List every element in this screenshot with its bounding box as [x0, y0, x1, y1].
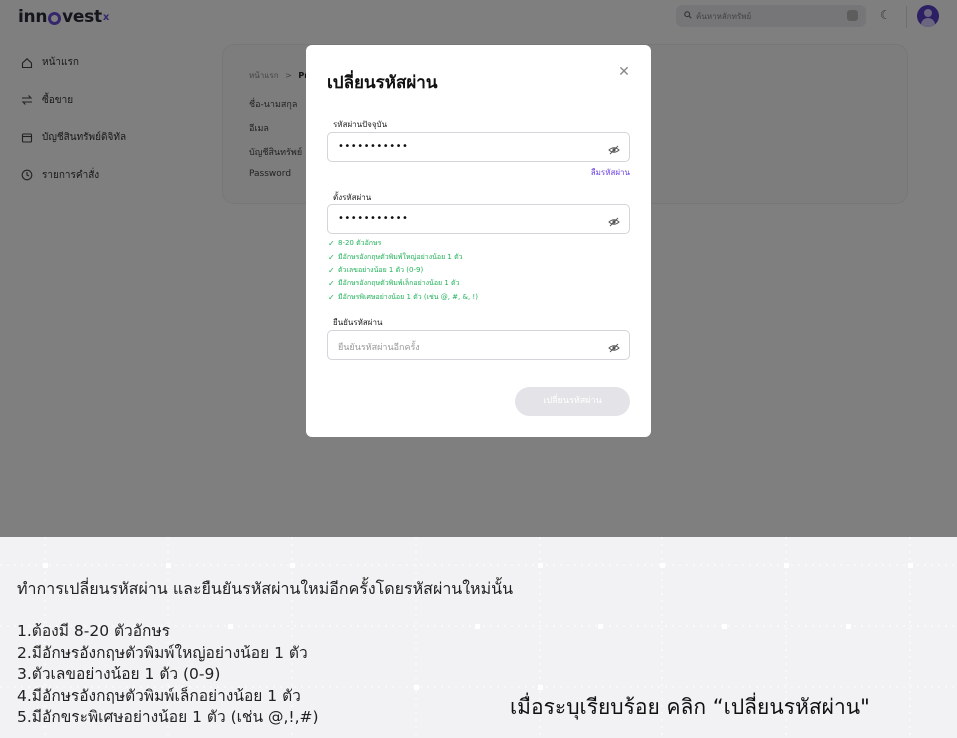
password-rule: ✓ มีอักษรอังกฤษตัวพิมพ์เล็กอย่างน้อย 1 ตั…: [328, 277, 478, 290]
eye-off-icon[interactable]: [608, 339, 620, 353]
instruction-call-to-action: เมื่อระบุเรียบร้อย คลิก “เปลี่ยนรหัสผ่าน…: [510, 695, 870, 719]
change-password-dialog: เปลี่ยนรหัสผ่าน ✕ รหัสผ่านปัจจุบัน •••••…: [306, 45, 651, 437]
check-icon: ✓: [328, 252, 335, 262]
check-icon: ✓: [328, 292, 335, 302]
password-rules-list: ✓ 8-20 ตัวอักษร ✓ มีอักษรอังกฤษตัวพิมพ์ใหญ…: [328, 237, 478, 304]
instruction-step: 5.มีอักขระพิเศษอย่างน้อย 1 ตัว (เช่น @,!…: [17, 708, 319, 727]
rule-text: มีอักษรอังกฤษตัวพิมพ์ใหญ่อย่างน้อย 1 ตัว: [338, 252, 463, 261]
app-window: innvestx ค้นหาหลักทรัพย์ ☾ หน้าแรก ซ: [0, 0, 957, 537]
dialog-title: เปลี่ยนรหัสผ่าน: [327, 73, 438, 93]
current-password-value: •••••••••••: [338, 141, 409, 152]
password-rule: ✓ มีอักษรอังกฤษตัวพิมพ์ใหญ่อย่างน้อย 1 ตั…: [328, 250, 478, 263]
password-rule: ✓ มีอักษรพิเศษอย่างน้อย 1 ตัว (เช่น @, #,…: [328, 291, 478, 304]
new-password-label: ตั้งรหัสผ่าน: [333, 193, 372, 202]
close-icon[interactable]: ✕: [616, 64, 632, 80]
instruction-step: 2.มีอักษรอังกฤษตัวพิมพ์ใหญ่อย่างน้อย 1 ต…: [17, 643, 308, 662]
rule-text: มีอักษรพิเศษอย่างน้อย 1 ตัว (เช่น @, #, …: [338, 292, 478, 301]
current-password-label: รหัสผ่านปัจจุบัน: [333, 120, 388, 129]
check-icon: ✓: [328, 279, 335, 289]
instruction-step: 3.ตัวเลขอย่างน้อย 1 ตัว (0-9): [17, 665, 221, 684]
eye-off-icon[interactable]: [608, 213, 620, 227]
check-icon: ✓: [328, 239, 335, 249]
password-rule: ✓ ตัวเลขอย่างน้อย 1 ตัว (0-9): [328, 264, 478, 277]
rule-text: ตัวเลขอย่างน้อย 1 ตัว (0-9): [338, 265, 424, 274]
check-icon: ✓: [328, 265, 335, 275]
confirm-password-label: ยืนยันรหัสผ่าน: [333, 318, 383, 327]
rule-text: 8-20 ตัวอักษร: [338, 239, 382, 248]
instruction-step: 4.มีอักษรอังกฤษตัวพิมพ์เล็กอย่างน้อย 1 ต…: [17, 686, 301, 705]
password-rule: ✓ 8-20 ตัวอักษร: [328, 237, 478, 250]
confirm-password-placeholder: ยืนยันรหัสผ่านอีกครั้ง: [338, 343, 420, 353]
instruction-panel: ทำการเปลี่ยนรหัสผ่าน และยืนยันรหัสผ่านให…: [0, 537, 957, 738]
eye-off-icon[interactable]: [608, 141, 620, 155]
forgot-password-link[interactable]: ลืมรหัสผ่าน: [546, 166, 630, 179]
instruction-step: 1.ต้องมี 8-20 ตัวอักษร: [17, 622, 170, 640]
new-password-value: •••••••••••: [338, 213, 409, 224]
rule-text: มีอักษรอังกฤษตัวพิมพ์เล็กอย่างน้อย 1 ตัว: [338, 279, 460, 288]
current-password-field[interactable]: •••••••••••: [327, 132, 630, 162]
instruction-steps: 1.ต้องมี 8-20 ตัวอักษร 2.มีอักษรอังกฤษตั…: [17, 621, 319, 729]
change-password-button[interactable]: เปลี่ยนรหัสผ่าน: [515, 387, 630, 416]
new-password-field[interactable]: •••••••••••: [327, 204, 630, 234]
confirm-password-field[interactable]: ยืนยันรหัสผ่านอีกครั้ง: [327, 330, 630, 360]
instruction-heading: ทำการเปลี่ยนรหัสผ่าน และยืนยันรหัสผ่านให…: [17, 579, 514, 598]
